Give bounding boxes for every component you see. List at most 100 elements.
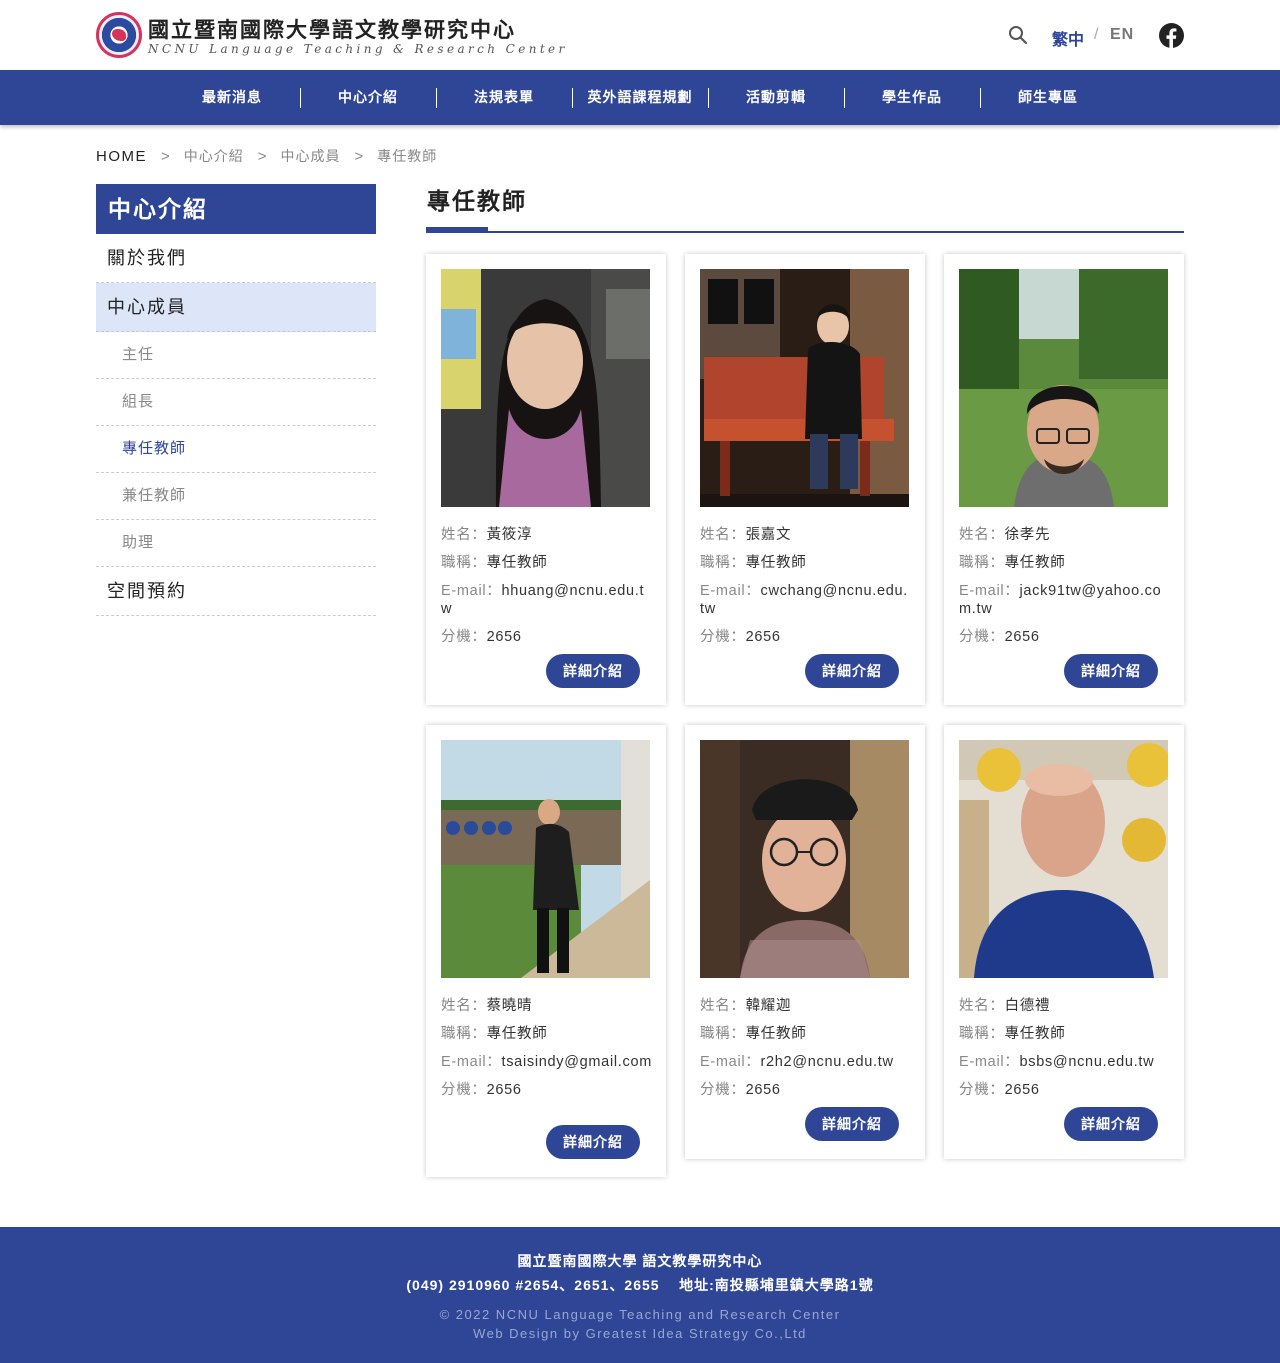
site-header: 國立暨南國際大學語文教學研究中心 NCNU Language Teaching … [0, 0, 1280, 70]
footer-org-name: 國立暨南國際大學 語文教學研究中心 [517, 1253, 763, 1269]
teacher-photo [441, 269, 650, 507]
teacher-title: 專任教師 [1004, 555, 1066, 571]
teacher-title-row: 職稱：專任教師 [441, 1025, 653, 1043]
footer-contact: (049) 2910960 #2654、2651、2655 地址:南投縣埔里鎮大… [406, 1277, 874, 1293]
teacher-ext: 2656 [486, 1082, 522, 1098]
sidebar-subitem-adjunct-faculty[interactable]: 兼任教師 [96, 473, 376, 520]
teacher-card: 姓名：蔡曉晴 職稱：專任教師 E-mail：tsaisindy@gmail.co… [426, 725, 666, 1177]
title-label: 職稱： [959, 555, 1005, 571]
teacher-info: 姓名：徐孝先 職稱：專任教師 E-mail：jack91tw@yahoo.com… [959, 526, 1171, 656]
ext-label: 分機： [441, 629, 487, 645]
page-title: 專任教師 [427, 188, 527, 214]
teacher-title: 專任教師 [745, 555, 807, 571]
sidebar-subitem-assistant[interactable]: 助理 [96, 520, 376, 567]
teacher-photo [700, 740, 909, 978]
title-underline [426, 231, 1184, 233]
teacher-ext-row: 分機：2656 [959, 1081, 1171, 1099]
title-label: 職稱： [700, 555, 746, 571]
teacher-name: 蔡曉晴 [486, 998, 533, 1014]
footer-credits: Web Design by Greatest Idea Strategy Co.… [473, 1326, 807, 1341]
details-button[interactable]: 詳細介紹 [1064, 1107, 1158, 1141]
sidebar-item-about-us[interactable]: 關於我們 [96, 234, 376, 283]
teacher-photo [959, 269, 1168, 507]
teacher-info: 姓名：白德禮 職稱：專任教師 E-mail：bsbs@ncnu.edu.tw 分… [959, 997, 1171, 1109]
nav-item-news[interactable]: 最新消息 [164, 70, 300, 125]
teacher-ext: 2656 [486, 629, 522, 645]
center-emblem-icon [96, 12, 142, 58]
name-label: 姓名： [959, 527, 1005, 543]
facebook-icon[interactable] [1159, 23, 1184, 48]
teacher-info: 姓名：蔡曉晴 職稱：專任教師 E-mail：tsaisindy@gmail.co… [441, 997, 653, 1109]
nav-item-activities[interactable]: 活動剪輯 [708, 70, 844, 125]
teacher-ext-row: 分機：2656 [700, 1081, 912, 1099]
details-button[interactable]: 詳細介紹 [805, 1107, 899, 1141]
nav-item-courses[interactable]: 英外語課程規劃 [572, 70, 708, 125]
email-label: E-mail： [700, 583, 761, 599]
lang-separator: / [1094, 26, 1099, 43]
teacher-name: 張嘉文 [745, 527, 792, 543]
logo-chinese-name: 國立暨南國際大學語文教學研究中心 [148, 17, 516, 42]
details-button[interactable]: 詳細介紹 [1064, 654, 1158, 688]
teacher-card: 姓名：張嘉文 職稱：專任教師 E-mail：cwchang@ncnu.edu.t… [685, 254, 925, 705]
ext-label: 分機： [441, 1082, 487, 1098]
teacher-name-row: 姓名：蔡曉晴 [441, 997, 653, 1015]
breadcrumb-about[interactable]: 中心介紹 [184, 148, 244, 164]
sidebar-item-members[interactable]: 中心成員 [96, 283, 376, 332]
title-accent-bar [426, 227, 488, 233]
teacher-ext-row: 分機：2656 [959, 628, 1171, 646]
details-button[interactable]: 詳細介紹 [805, 654, 899, 688]
details-button[interactable]: 詳細介紹 [546, 654, 640, 688]
sidebar-subitem-director[interactable]: 主任 [96, 332, 376, 379]
title-label: 職稱： [441, 555, 487, 571]
site-footer: 國立暨南國際大學 語文教學研究中心 (049) 2910960 #2654、26… [0, 1227, 1280, 1363]
nav-item-student-works[interactable]: 學生作品 [844, 70, 980, 125]
teacher-email: r2h2@ncnu.edu.tw [760, 1054, 894, 1070]
teacher-ext-row: 分機：2656 [700, 628, 912, 646]
logo-english-name: NCNU Language Teaching & Research Center [148, 42, 568, 56]
teacher-title: 專任教師 [486, 555, 548, 571]
teacher-title-row: 職稱：專任教師 [959, 554, 1171, 572]
breadcrumb-members[interactable]: 中心成員 [281, 148, 341, 164]
sidebar-item-space-booking[interactable]: 空間預約 [96, 567, 376, 616]
ext-label: 分機： [700, 1082, 746, 1098]
teacher-name: 黃筱淳 [486, 527, 533, 543]
nav-item-about[interactable]: 中心介紹 [300, 70, 436, 125]
teacher-email-row: E-mail：tsaisindy@gmail.com [441, 1053, 653, 1071]
teacher-ext: 2656 [1004, 1082, 1040, 1098]
breadcrumb-current: 專任教師 [377, 148, 438, 164]
teacher-title-row: 職稱：專任教師 [700, 554, 912, 572]
nav-item-faculty-zone[interactable]: 師生專區 [980, 70, 1116, 125]
breadcrumb-home[interactable]: HOME [96, 148, 147, 165]
teacher-name: 徐孝先 [1004, 527, 1051, 543]
teacher-card: 姓名：黃筱淳 職稱：專任教師 E-mail：hhuang@ncnu.edu.tw… [426, 254, 666, 705]
email-label: E-mail： [959, 1054, 1020, 1070]
teacher-email-row: E-mail：bsbs@ncnu.edu.tw [959, 1053, 1171, 1071]
nav-item-regulations[interactable]: 法規表單 [436, 70, 572, 125]
teacher-name-row: 姓名：韓耀迦 [700, 997, 912, 1015]
lang-en-link[interactable]: EN [1110, 26, 1134, 44]
ext-label: 分機： [700, 629, 746, 645]
email-label: E-mail： [959, 583, 1020, 599]
details-button[interactable]: 詳細介紹 [546, 1125, 640, 1159]
search-icon[interactable] [1008, 25, 1028, 45]
sidebar-subitem-fulltime-faculty[interactable]: 專任教師 [96, 426, 376, 473]
main-nav: 最新消息 中心介紹 法規表單 英外語課程規劃 活動剪輯 學生作品 師生專區 [0, 70, 1280, 125]
teacher-photo [700, 269, 909, 507]
teacher-email: tsaisindy@gmail.com [501, 1054, 653, 1070]
sidebar-subitem-section-chief[interactable]: 組長 [96, 379, 376, 426]
teacher-ext: 2656 [1004, 629, 1040, 645]
teacher-ext-row: 分機：2656 [441, 628, 653, 646]
title-label: 職稱： [959, 1026, 1005, 1042]
teacher-title-row: 職稱：專任教師 [959, 1025, 1171, 1043]
footer-copyright: © 2022 NCNU Language Teaching and Resear… [439, 1307, 841, 1322]
name-label: 姓名： [700, 527, 746, 543]
site-logo[interactable]: 國立暨南國際大學語文教學研究中心 NCNU Language Teaching … [96, 12, 564, 60]
teacher-photo [441, 740, 650, 978]
teacher-info: 姓名：張嘉文 職稱：專任教師 E-mail：cwchang@ncnu.edu.t… [700, 526, 912, 656]
teacher-card: 姓名：徐孝先 職稱：專任教師 E-mail：jack91tw@yahoo.com… [944, 254, 1184, 705]
teacher-title: 專任教師 [745, 1026, 807, 1042]
email-label: E-mail： [441, 583, 502, 599]
teacher-email-row: E-mail：jack91tw@yahoo.com.tw [959, 582, 1171, 618]
lang-zh-link[interactable]: 繁中 [1052, 26, 1084, 50]
teacher-info: 姓名：韓耀迦 職稱：專任教師 E-mail：r2h2@ncnu.edu.tw 分… [700, 997, 912, 1109]
